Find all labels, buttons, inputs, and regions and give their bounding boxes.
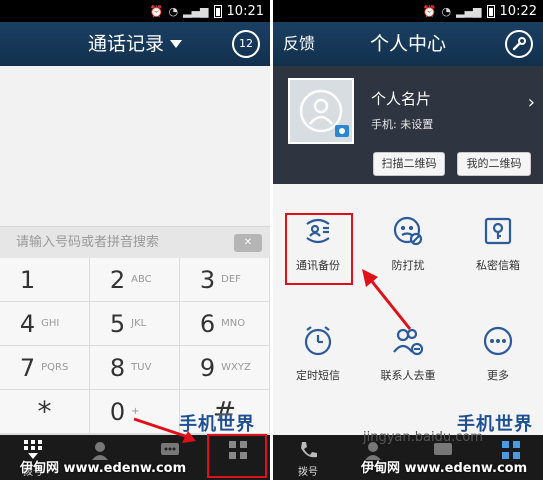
key-digit: 5 <box>109 309 126 338</box>
chevron-right-icon[interactable]: › <box>528 92 535 113</box>
page-title: 个人中心 <box>369 33 446 55</box>
key-digit: 3 <box>199 265 216 294</box>
status-bar: ⏰ ◔ ▂▄▆ 10:21 <box>0 0 270 22</box>
grid-item-more[interactable]: 更多 <box>453 300 543 420</box>
status-time: 10:22 <box>499 3 537 19</box>
grid-label: 联系人去重 <box>380 369 436 382</box>
key-digit: 8 <box>109 353 126 382</box>
private-box-icon <box>484 217 512 245</box>
key-digit: 6 <box>199 309 216 338</box>
key-letters: TUV <box>131 362 152 373</box>
key-7[interactable]: 7 PQRS <box>0 346 89 389</box>
key-letters: ABC <box>131 274 152 285</box>
key-digit: 2 <box>109 265 126 294</box>
key-1[interactable]: 1 <box>0 258 89 301</box>
battery-icon <box>486 4 495 18</box>
key-letters: PQRS <box>41 362 69 373</box>
key-9[interactable]: 9 WXYZ <box>180 346 269 389</box>
key-digit: 9 <box>199 353 216 382</box>
signal-icon: ▂▄▆ <box>456 4 482 18</box>
red-arrow-icon <box>133 417 196 443</box>
profile-card[interactable]: 个人名片 手机: 未设置 › 扫描二维码 我的二维码 <box>273 66 543 184</box>
avatar[interactable] <box>288 78 354 144</box>
signal-icon: ▂▄▆ <box>183 4 209 18</box>
watermark-site: 伊甸网 www.edenw.com <box>20 461 187 476</box>
key-6[interactable]: 6 MNO <box>180 302 269 345</box>
more-icon <box>483 326 513 356</box>
card-phone: 手机: 未设置 <box>371 118 434 131</box>
timer-sms-icon <box>304 326 332 356</box>
call-log-list[interactable] <box>0 66 270 226</box>
key-digit: 1 <box>19 265 36 294</box>
grid-label: 私密信箱 <box>476 259 520 272</box>
phone-icon <box>301 442 317 458</box>
key-letters: GHI <box>41 318 60 329</box>
scan-qr-button[interactable]: 扫描二维码 <box>373 152 445 176</box>
tab-dial[interactable]: 拨号 <box>283 435 333 480</box>
settings-button[interactable] <box>505 30 533 58</box>
key-star[interactable]: * <box>0 390 89 433</box>
key-3[interactable]: 3 DEF <box>180 258 269 301</box>
key-letters: WXYZ <box>221 362 251 373</box>
chevron-down-icon <box>170 40 182 48</box>
watermark-baidu: jingyan.baidu.com <box>363 430 483 445</box>
page-title: 通话记录 <box>87 33 164 55</box>
wrench-icon <box>512 37 526 51</box>
dial-search-bar[interactable]: 请输入号码或者拼音搜索 ✕ <box>0 226 270 258</box>
highlight-box-personal-tab <box>207 434 267 478</box>
key-digit: 7 <box>19 353 36 382</box>
alarm-icon: ⏰ <box>149 4 164 18</box>
key-letters: DEF <box>221 274 241 285</box>
call-log-title-dropdown[interactable]: 通话记录 <box>0 22 270 66</box>
watermark-site: 伊甸网 www.edenw.com <box>361 461 528 476</box>
grid-label: 更多 <box>487 369 509 382</box>
key-digit: 4 <box>19 309 36 338</box>
title-bar: 通话记录 12 <box>0 22 270 66</box>
my-qr-button[interactable]: 我的二维码 <box>457 152 531 176</box>
key-8[interactable]: 8 TUV <box>90 346 179 389</box>
key-digit: 0 <box>109 397 126 426</box>
alarm-icon: ⏰ <box>422 4 437 18</box>
red-arrow-icon <box>362 269 412 330</box>
grid-item-private-box[interactable]: 私密信箱 <box>453 190 543 310</box>
wifi-icon: ◔ <box>441 4 452 18</box>
status-bar: ⏰ ◔ ▂▄▆ 10:22 <box>273 0 543 22</box>
clock-badge-label: 12 <box>239 37 253 50</box>
grid-item-timer-sms[interactable]: 定时短信 <box>273 300 363 420</box>
card-name: 个人名片 <box>371 90 432 108</box>
key-letters: JKL <box>131 318 147 329</box>
key-4[interactable]: 4 GHI <box>0 302 89 345</box>
tab-dial-label: 拨号 <box>298 467 318 478</box>
key-letters: MNO <box>221 318 246 329</box>
wifi-icon: ◔ <box>168 4 179 18</box>
key-2[interactable]: 2 ABC <box>90 258 179 301</box>
highlight-box-backup <box>285 213 353 285</box>
clock-badge-button[interactable]: 12 <box>232 30 260 58</box>
personal-center-screen: ⏰ ◔ ▂▄▆ 10:22 反馈 个人中心 个人名片 手机: 未设置 › 扫描二… <box>273 0 543 480</box>
title-bar: 反馈 个人中心 <box>273 22 543 66</box>
do-not-disturb-icon <box>393 216 423 246</box>
backspace-icon[interactable]: ✕ <box>234 234 262 252</box>
battery-icon <box>213 4 222 18</box>
search-placeholder: 请输入号码或者拼音搜索 <box>16 235 160 250</box>
person-icon <box>299 89 349 137</box>
call-log-screen: ⏰ ◔ ▂▄▆ 10:21 通话记录 12 请输入号码或者拼音搜索 ✕ 1 2A… <box>0 0 270 480</box>
key-digit: * <box>37 395 52 428</box>
status-time: 10:21 <box>226 3 264 19</box>
dial-keypad: 1 2 ABC 3 DEF 4 GHI 5 JKL 6 MNO 7 PQRS 8 TUV 9W… <box>0 258 270 435</box>
key-5[interactable]: 5 JKL <box>90 302 179 345</box>
grid-label: 定时短信 <box>296 369 340 382</box>
